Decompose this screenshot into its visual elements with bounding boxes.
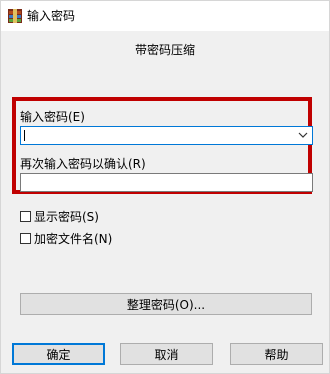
cancel-button[interactable]: 取消	[120, 343, 213, 365]
show-password-option[interactable]: 显示密码(S)	[20, 209, 99, 224]
confirm-password-input[interactable]	[20, 173, 313, 192]
help-button[interactable]: 帮助	[230, 343, 323, 365]
show-password-label: 显示密码(S)	[34, 209, 99, 224]
ok-button[interactable]: 确定	[12, 343, 105, 365]
password-dialog: 输入密码 带密码压缩 输入密码(E) 再次输入密码以确认(R) 显示密码(S) …	[0, 0, 330, 374]
dialog-heading: 带密码压缩	[134, 43, 195, 57]
confirm-password-label: 再次输入密码以确认(R)	[20, 157, 146, 171]
title-bar: 输入密码	[1, 1, 329, 31]
password-label: 输入密码(E)	[20, 110, 85, 124]
encrypt-filenames-checkbox[interactable]	[20, 232, 31, 244]
encrypt-filenames-option[interactable]: 加密文件名(N)	[20, 231, 113, 246]
show-password-checkbox[interactable]	[20, 210, 31, 222]
chevron-down-icon[interactable]	[297, 129, 309, 141]
password-input[interactable]	[20, 126, 313, 145]
text-caret	[24, 130, 25, 141]
encrypt-filenames-label: 加密文件名(N)	[34, 231, 113, 246]
window-title: 输入密码	[27, 9, 76, 23]
archive-icon	[7, 8, 23, 24]
organize-passwords-button[interactable]: 整理密码(O)...	[20, 293, 312, 315]
